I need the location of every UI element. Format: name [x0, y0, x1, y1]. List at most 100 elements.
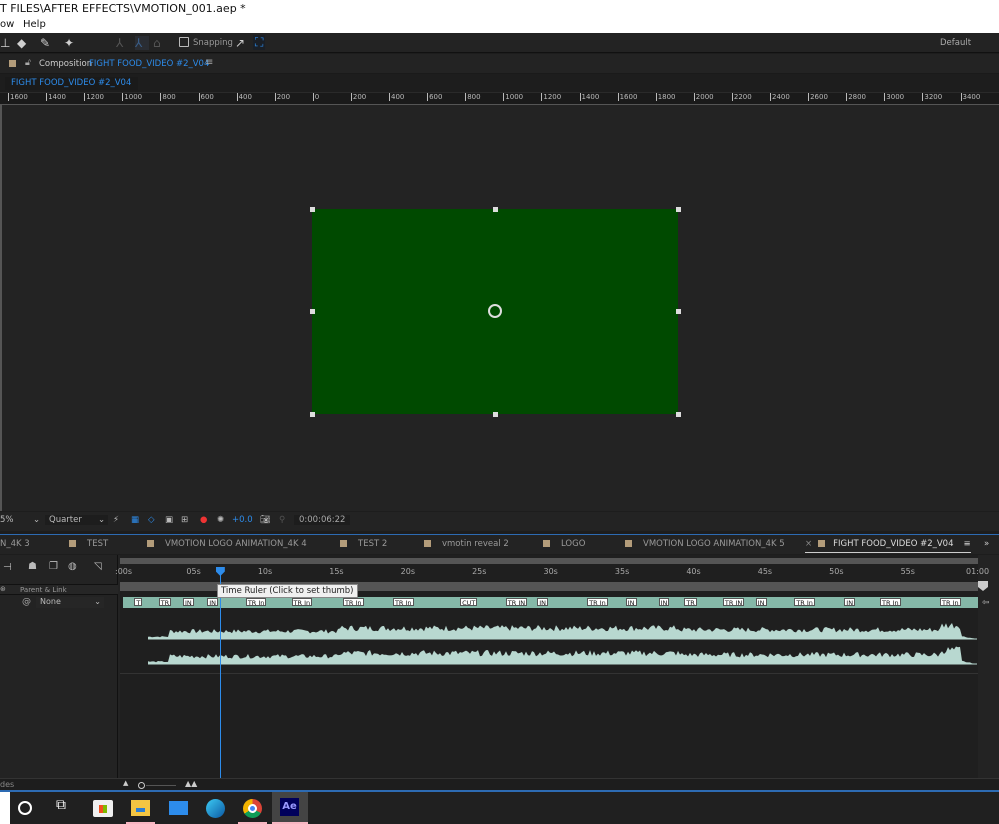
pick-whip-icon[interactable]: @: [22, 597, 31, 607]
grid-guides-icon[interactable]: ⊞: [181, 515, 188, 525]
layer-marker[interactable]: TR In: [291, 598, 313, 607]
snapping-checkbox[interactable]: [179, 37, 189, 47]
layer-marker[interactable]: IN: [755, 598, 767, 607]
exposure-value[interactable]: +0.0: [232, 515, 253, 525]
layer-marker[interactable]: IN: [844, 598, 856, 607]
transparency-grid-icon[interactable]: ▦: [131, 515, 139, 525]
store-icon[interactable]: [93, 800, 113, 817]
handle-mr[interactable]: [676, 309, 681, 314]
zoom-slider[interactable]: [146, 785, 176, 786]
snap-features-icon[interactable]: ⛶: [253, 35, 266, 50]
after-effects-icon: Ae: [280, 798, 299, 816]
axis-local-icon[interactable]: ⅄: [116, 36, 123, 50]
snapshot-icon[interactable]: 📷︎: [260, 515, 271, 525]
layer-marker[interactable]: TR IN: [505, 598, 528, 607]
layer-marker[interactable]: IN: [537, 598, 548, 607]
handle-tr[interactable]: [676, 207, 681, 212]
resolution-select[interactable]: Quarter ⌄: [45, 515, 108, 525]
tab-test-2[interactable]: TEST 2: [340, 539, 387, 549]
handle-bc[interactable]: [493, 412, 498, 417]
layer-marker[interactable]: TR In: [940, 598, 961, 607]
ruler-label: 200: [274, 93, 291, 101]
layer-marker[interactable]: TR IN: [722, 598, 745, 607]
zoom-out-icon[interactable]: ▲: [123, 779, 128, 787]
magnification-select[interactable]: 5% ⌄: [0, 515, 42, 525]
show-snapshot-icon[interactable]: ⚲: [279, 515, 285, 525]
shy-layers-icon[interactable]: ☗: [28, 561, 37, 572]
layer-marker[interactable]: IN: [658, 598, 670, 607]
fast-preview-icon[interactable]: ⚡: [113, 515, 119, 525]
layer-marker[interactable]: TR In: [880, 598, 901, 607]
ruler-label: 2000: [693, 93, 714, 101]
tab-logo-4k-3[interactable]: N_4K 3: [0, 539, 30, 549]
playhead[interactable]: [219, 568, 221, 778]
time-navigator-end-icon[interactable]: [978, 581, 988, 591]
more-tabs-icon[interactable]: »: [984, 539, 989, 549]
channels-icon[interactable]: ●: [200, 515, 207, 525]
composition-name[interactable]: FIGHT FOOD_VIDEO #2_V04: [89, 59, 209, 69]
handle-ml[interactable]: [310, 309, 315, 314]
tab-logo[interactable]: LOGO: [543, 539, 585, 549]
toggle-modes[interactable]: des: [0, 780, 14, 789]
layer-marker[interactable]: IN: [207, 598, 219, 607]
layer-marker[interactable]: TR In: [794, 598, 815, 607]
file-explorer-icon[interactable]: [131, 800, 150, 816]
after-effects-taskbar-button[interactable]: Ae: [272, 792, 308, 824]
hierarchy-icon[interactable]: ⊣: [3, 562, 12, 573]
region-of-interest-icon[interactable]: ▣: [165, 515, 173, 525]
edge-icon[interactable]: [206, 799, 225, 818]
anchor-point-icon[interactable]: [488, 304, 502, 318]
layer-marker[interactable]: CUT: [460, 598, 478, 607]
layer-switch-icon[interactable]: ⇦: [982, 598, 990, 608]
mask-visibility-icon[interactable]: ◇: [148, 515, 155, 525]
layer-marker[interactable]: TR In: [245, 598, 267, 607]
tab-vmotion-logo-4k-4[interactable]: VMOTION LOGO ANIMATION_4K 4: [147, 539, 307, 549]
task-view-icon[interactable]: ⧉: [56, 797, 80, 819]
layer-marker[interactable]: T: [134, 598, 143, 607]
chrome-icon[interactable]: [243, 799, 262, 818]
layer-marker[interactable]: TR: [684, 598, 697, 607]
layer-marker[interactable]: TR In: [392, 598, 414, 607]
close-icon[interactable]: ×: [805, 539, 812, 549]
panel-menu-icon[interactable]: ≡: [205, 57, 213, 68]
composition-breadcrumb[interactable]: FIGHT FOOD_VIDEO #2_V04: [5, 77, 138, 90]
panel-menu-icon[interactable]: ≡: [964, 539, 971, 549]
tab-test[interactable]: TEST: [69, 539, 108, 549]
lock-icon[interactable]: 🔓︎: [25, 58, 31, 68]
current-time[interactable]: 0:00:06:22: [294, 515, 351, 525]
parent-select[interactable]: None ⌄: [36, 597, 104, 608]
roto-brush-icon[interactable]: ✎: [40, 36, 50, 50]
handle-tc[interactable]: [493, 207, 498, 212]
tab-vmotin-reveal-2[interactable]: vmotin reveal 2: [424, 539, 509, 549]
mail-icon[interactable]: [169, 801, 188, 815]
tab-vmotion-logo-4k-5[interactable]: VMOTION LOGO ANIMATION_4K 5: [625, 539, 785, 549]
time-tick-label: 10s: [257, 567, 273, 576]
color-management-icon[interactable]: ✺: [217, 515, 224, 525]
axis-world-icon[interactable]: ⅄: [135, 36, 149, 50]
work-area-navigator[interactable]: [120, 558, 978, 564]
snap-edges-icon[interactable]: ↗: [235, 36, 245, 50]
zoom-in-icon[interactable]: ▲▲: [185, 779, 197, 788]
graph-editor-icon[interactable]: ◹: [94, 561, 102, 572]
handle-bl[interactable]: [310, 412, 315, 417]
frame-blending-icon[interactable]: ❐: [49, 561, 58, 572]
layer-bar[interactable]: T TR IN IN TR In TR In TR In TR In CUT TR IN IN TR …: [123, 597, 978, 608]
motion-blur-icon[interactable]: ◍: [68, 561, 77, 572]
layer-marker[interactable]: TR In: [342, 598, 364, 607]
eraser-tool-icon[interactable]: ◆: [17, 36, 26, 50]
layer-marker[interactable]: IN: [182, 598, 194, 607]
tab-fight-food-video[interactable]: × FIGHT FOOD_VIDEO #2_V04 ≡: [805, 539, 971, 553]
stamp-tool-icon[interactable]: ⊥: [0, 36, 10, 50]
handle-tl[interactable]: [310, 207, 315, 212]
zoom-slider-thumb[interactable]: [138, 782, 145, 789]
menu-help[interactable]: Help: [23, 19, 46, 30]
handle-br[interactable]: [676, 412, 681, 417]
workspace-default[interactable]: Default: [940, 38, 971, 48]
search-icon[interactable]: [18, 801, 32, 815]
layer-marker[interactable]: IN: [625, 598, 637, 607]
layer-marker[interactable]: TR In: [587, 598, 608, 607]
axis-view-icon[interactable]: ⌂: [153, 36, 161, 50]
puppet-pin-icon[interactable]: ✦: [64, 36, 74, 50]
layer-marker[interactable]: TR: [158, 598, 172, 607]
menu-window[interactable]: ow: [0, 19, 14, 30]
